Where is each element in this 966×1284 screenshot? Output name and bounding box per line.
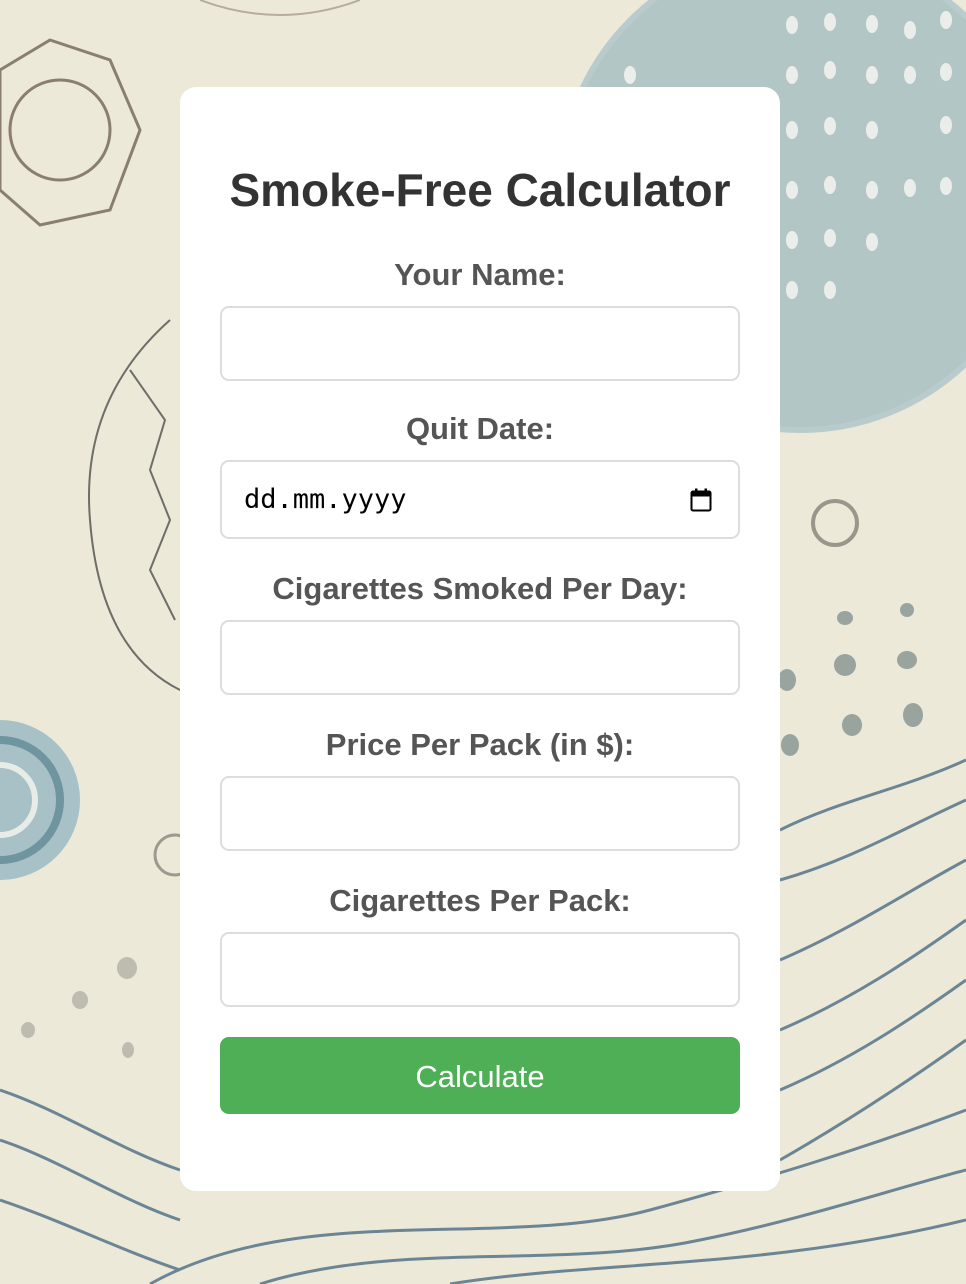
price-per-pack-input[interactable] [220,776,740,851]
cigarettes-per-day-input[interactable] [220,620,740,695]
quit-date-input[interactable]: dd.mm.yyyy [220,460,740,539]
cigarettes-per-pack-field-group: Cigarettes Per Pack: [220,883,740,1007]
quit-date-label: Quit Date: [405,411,555,446]
calculator-card: Smoke-Free Calculator Your Name: Quit Da… [180,87,780,1191]
cigarettes-per-day-field-group: Cigarettes Smoked Per Day: [220,571,740,695]
quit-date-field-group: Quit Date: dd.mm.yyyy [220,411,740,539]
name-label: Your Name: [394,257,566,292]
page-title: Smoke-Free Calculator [229,164,731,216]
cigarettes-per-pack-input[interactable] [220,932,740,1007]
name-input[interactable] [220,306,740,381]
calculate-button[interactable]: Calculate [220,1037,740,1114]
calendar-icon[interactable] [690,488,712,512]
price-per-pack-label: Price Per Pack (in $): [325,727,635,762]
cigarettes-per-day-label: Cigarettes Smoked Per Day: [272,571,688,606]
name-field-group: Your Name: [220,257,740,381]
quit-date-value: dd.mm.yyyy [244,484,407,515]
cigarettes-per-pack-label: Cigarettes Per Pack: [329,883,631,918]
price-per-pack-field-group: Price Per Pack (in $): [220,727,740,851]
